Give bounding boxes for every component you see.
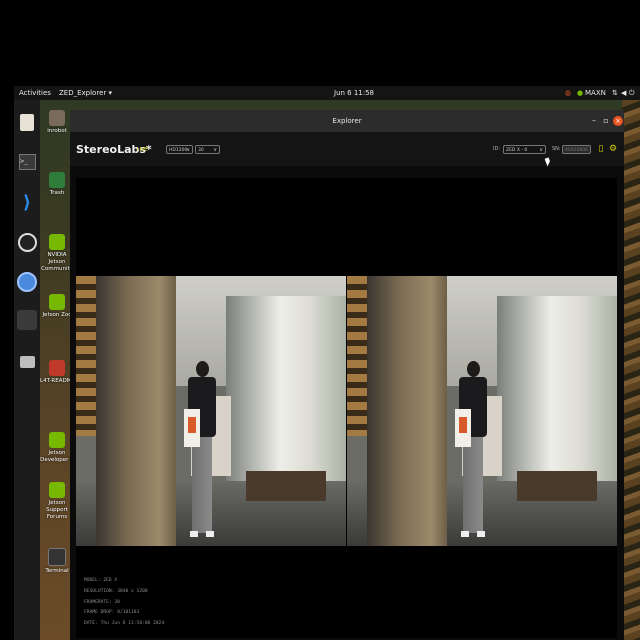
minimize-button[interactable]: – — [589, 116, 599, 126]
power-mode-label[interactable]: MAXN — [585, 89, 606, 97]
info-framerate: FRAMERATE: 30 — [84, 599, 120, 605]
nvidia-icon — [49, 432, 65, 448]
vscode-icon[interactable]: ⟩ — [17, 192, 37, 213]
explorer-window: Explorer – ▫ × StereoLabs* LIVE HD1200 ∨ … — [70, 110, 624, 640]
sn-field: 40920806 — [562, 145, 591, 154]
chevron-down-icon: ∨ — [186, 147, 190, 153]
desktop-wallpaper-edge — [622, 100, 640, 640]
desktop-icon-nvidia-community[interactable]: NVIDIA Jetson Community — [40, 234, 74, 273]
chevron-down-icon: ∨ — [213, 147, 217, 153]
nvidia-icon — [49, 482, 65, 498]
activities-button[interactable]: Activities — [19, 89, 51, 97]
files-icon[interactable] — [17, 112, 37, 132]
toolbar: StereoLabs* LIVE HD1200 ∨ 30 ∨ ID: ZED X -… — [70, 132, 624, 166]
desktop-icon-terminal[interactable]: Terminal — [40, 548, 74, 575]
fps-select[interactable]: 30 ∨ — [195, 145, 220, 154]
window-titlebar[interactable]: Explorer – ▫ × — [70, 110, 624, 132]
settings-gear-icon[interactable]: ⚙ — [608, 144, 618, 154]
folder-icon — [49, 360, 65, 376]
info-model: MODEL: ZED X — [84, 578, 118, 583]
power-mode-icon[interactable]: ● — [577, 89, 583, 97]
camera-info-panel: MODEL: ZED X RESOLUTION: 3840 x 1200 FRA… — [84, 576, 164, 630]
app-icon[interactable] — [17, 310, 37, 330]
right-camera-image — [347, 276, 617, 546]
info-frame-drop: FRAME DROP: 0/101183 — [84, 610, 140, 616]
desktop-icon-jetson-zoo[interactable]: Jetson Zoo — [40, 294, 74, 319]
live-status: LIVE — [137, 147, 148, 153]
info-resolution: RESOLUTION: 3840 x 1200 — [84, 588, 148, 594]
clock[interactable]: Jun 6 11:58 — [334, 89, 374, 97]
close-button[interactable]: × — [613, 116, 623, 126]
obs-icon[interactable] — [17, 232, 37, 252]
camera-viewport — [76, 178, 617, 638]
nvidia-icon — [49, 294, 65, 310]
top-bar: Activities ZED_Explorer ▾ Jun 6 11:58 ◍ … — [14, 86, 640, 100]
desktop-icon-l4t-readme[interactable]: L4T-README — [40, 360, 75, 385]
desktop-icon-trash[interactable]: Trash — [40, 172, 74, 197]
chromium-icon[interactable] — [17, 272, 37, 292]
id-label: ID: — [493, 146, 501, 152]
chevron-down-icon: ∨ — [539, 147, 543, 153]
desktop-icon-jetson-forums[interactable]: Jetson Support Forums — [40, 482, 74, 521]
terminal-icon — [48, 548, 66, 566]
app-menu[interactable]: ZED_Explorer ▾ — [59, 89, 112, 97]
left-camera-image — [76, 276, 346, 546]
window-title: Explorer — [332, 117, 362, 125]
info-date: DATE: Thu Jun 6 11:58:06 2024 — [84, 621, 165, 627]
dock: >_ ⟩ — [14, 100, 40, 640]
drive-icon[interactable] — [17, 352, 37, 372]
folder-icon — [49, 110, 65, 126]
battery-icon[interactable]: ▯ — [596, 144, 606, 154]
nvidia-status-icon[interactable]: ◍ — [565, 89, 571, 97]
terminal-icon[interactable]: >_ — [17, 152, 37, 172]
network-icon[interactable]: ⇅ — [612, 89, 618, 97]
sn-label: SN: — [552, 146, 561, 152]
trash-icon — [49, 172, 65, 188]
desktop-icon-jetson-developer[interactable]: Jetson Developer Z — [40, 432, 74, 464]
resolution-select[interactable]: HD1200 ∨ — [166, 145, 193, 154]
maximize-button[interactable]: ▫ — [601, 116, 611, 126]
desktop-icon-inrobot[interactable]: inrobot — [40, 110, 74, 135]
camera-select[interactable]: ZED X - 0 ∨ — [503, 145, 546, 154]
power-icon[interactable]: ⏻ — [629, 89, 635, 98]
volume-icon[interactable]: ◀ — [621, 89, 626, 97]
nvidia-icon — [49, 234, 65, 250]
